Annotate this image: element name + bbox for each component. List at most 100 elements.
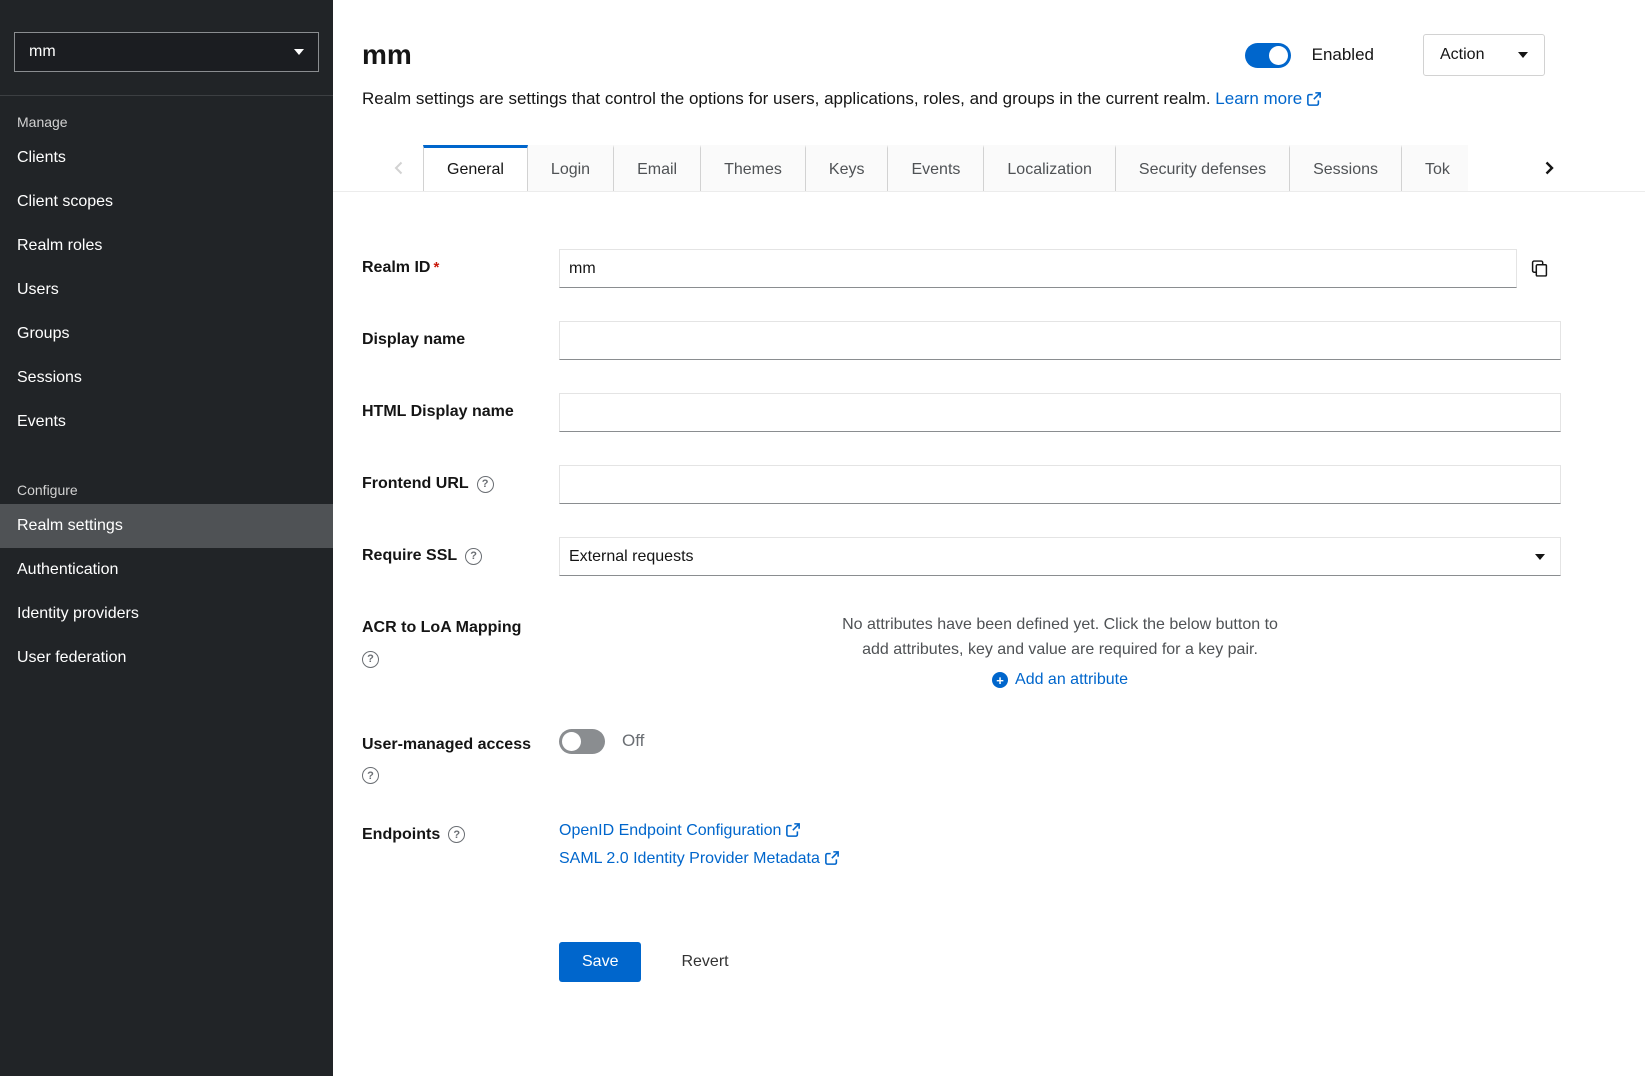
user-managed-access-label-text: User-managed access	[362, 735, 559, 755]
tab-label: Keys	[829, 161, 865, 179]
nav-list-configure: Realm settings Authentication Identity p…	[0, 504, 333, 680]
tab-scroll-left-button[interactable]	[375, 145, 423, 191]
sidebar-item-user-federation[interactable]: User federation	[0, 636, 333, 680]
main-content: mm Enabled Action Realm settings are set…	[333, 0, 1645, 1076]
openid-endpoint-link[interactable]: OpenID Endpoint Configuration	[559, 822, 1561, 842]
learn-more-label: Learn more	[1215, 89, 1302, 108]
realm-selector[interactable]: mm	[14, 32, 319, 72]
tab-label: Login	[551, 161, 590, 179]
acr-loa-empty-state: No attributes have been defined yet. Cli…	[840, 612, 1280, 662]
toggle-knob	[1269, 46, 1288, 65]
require-ssl-label-text: Require SSL	[362, 546, 457, 566]
caret-down-icon	[1518, 52, 1528, 58]
display-name-label: Display name	[362, 321, 559, 360]
revert-button[interactable]: Revert	[681, 953, 728, 971]
frontend-url-input[interactable]	[559, 465, 1561, 504]
saml-metadata-link[interactable]: SAML 2.0 Identity Provider Metadata	[559, 850, 1561, 870]
realm-id-label-text: Realm ID	[362, 259, 430, 276]
sidebar-item-groups[interactable]: Groups	[0, 312, 333, 356]
tab-events[interactable]: Events	[888, 145, 984, 191]
tab-keys[interactable]: Keys	[806, 145, 889, 191]
action-dropdown-button[interactable]: Action	[1423, 34, 1545, 76]
user-managed-access-state: Off	[622, 731, 644, 751]
html-display-name-input[interactable]	[559, 393, 1561, 432]
page-header: mm Enabled Action Realm settings are set…	[333, 0, 1645, 112]
html-display-name-row: HTML Display name	[362, 393, 1561, 432]
sidebar-item-sessions[interactable]: Sessions	[0, 356, 333, 400]
help-icon[interactable]: ?	[362, 767, 379, 784]
help-icon[interactable]: ?	[362, 651, 379, 668]
tab-label: General	[447, 161, 504, 179]
nav-section-configure: Configure	[0, 444, 333, 504]
help-icon[interactable]: ?	[465, 548, 482, 565]
tab-label: Email	[637, 161, 677, 179]
external-link-icon	[786, 823, 800, 842]
user-managed-access-label: User-managed access ?	[362, 726, 559, 785]
sidebar-item-users[interactable]: Users	[0, 268, 333, 312]
endpoints-label: Endpoints ?	[362, 822, 559, 878]
sidebar-nav: Manage Clients Client scopes Realm roles…	[0, 96, 333, 680]
form-actions: Save Revert	[559, 942, 1561, 982]
frontend-url-label: Frontend URL ?	[362, 465, 559, 504]
sidebar-item-identity-providers[interactable]: Identity providers	[0, 592, 333, 636]
learn-more-link[interactable]: Learn more	[1215, 89, 1321, 108]
angle-left-icon	[391, 160, 407, 176]
nav-list-manage: Clients Client scopes Realm roles Users …	[0, 136, 333, 444]
tab-email[interactable]: Email	[614, 145, 701, 191]
require-ssl-select[interactable]: External requests	[559, 537, 1561, 576]
tab-scroll-right-button[interactable]	[1525, 145, 1573, 191]
acr-loa-row: ACR to LoA Mapping ? No attributes have …	[362, 609, 1561, 690]
action-label: Action	[1440, 46, 1484, 64]
require-ssl-value: External requests	[569, 548, 694, 566]
sidebar-item-events[interactable]: Events	[0, 400, 333, 444]
acr-loa-label: ACR to LoA Mapping ?	[362, 609, 559, 690]
enabled-label: Enabled	[1312, 45, 1374, 65]
tab-security-defenses[interactable]: Security defenses	[1116, 145, 1290, 191]
description-text: Realm settings are settings that control…	[362, 89, 1211, 108]
realm-id-row: Realm ID*	[362, 249, 1561, 288]
display-name-input[interactable]	[559, 321, 1561, 360]
realm-enabled-toggle[interactable]	[1245, 43, 1291, 68]
sidebar-item-clients[interactable]: Clients	[0, 136, 333, 180]
sidebar-item-realm-roles[interactable]: Realm roles	[0, 224, 333, 268]
tab-general[interactable]: General	[423, 145, 528, 191]
external-link-icon	[825, 851, 839, 870]
realm-id-input[interactable]	[559, 249, 1517, 288]
tab-tokens[interactable]: Tok	[1402, 145, 1468, 191]
nav-section-manage: Manage	[0, 96, 333, 136]
acr-loa-label-text: ACR to LoA Mapping	[362, 618, 559, 638]
endpoints-row: Endpoints ? OpenID Endpoint Configuratio…	[362, 822, 1561, 878]
required-asterisk: *	[433, 259, 439, 276]
require-ssl-label: Require SSL ?	[362, 537, 559, 576]
header-controls: Enabled Action	[1245, 34, 1545, 76]
tab-sessions[interactable]: Sessions	[1290, 145, 1402, 191]
help-icon[interactable]: ?	[448, 826, 465, 843]
external-link-icon	[1307, 89, 1321, 112]
page-title: mm	[362, 39, 412, 71]
frontend-url-label-text: Frontend URL	[362, 474, 469, 494]
app-root: mm Manage Clients Client scopes Realm ro…	[0, 0, 1645, 1076]
realm-description: Realm settings are settings that control…	[362, 87, 1545, 112]
plus-circle-icon: +	[992, 672, 1008, 688]
display-name-row: Display name	[362, 321, 1561, 360]
tab-label: Events	[911, 161, 960, 179]
sidebar-item-realm-settings[interactable]: Realm settings	[0, 504, 333, 548]
add-attribute-button[interactable]: + Add an attribute	[992, 671, 1128, 689]
sidebar-item-client-scopes[interactable]: Client scopes	[0, 180, 333, 224]
tab-label: Tok	[1425, 161, 1450, 179]
help-icon[interactable]: ?	[477, 476, 494, 493]
realm-id-label: Realm ID*	[362, 249, 559, 288]
angle-right-icon	[1541, 160, 1557, 176]
toggle-knob	[562, 732, 581, 751]
tab-themes[interactable]: Themes	[701, 145, 806, 191]
sidebar: mm Manage Clients Client scopes Realm ro…	[0, 0, 333, 1076]
save-button[interactable]: Save	[559, 942, 641, 982]
caret-down-icon	[1535, 554, 1545, 560]
tab-localization[interactable]: Localization	[984, 145, 1116, 191]
copy-button[interactable]	[1517, 249, 1561, 288]
user-managed-access-toggle[interactable]	[559, 729, 605, 754]
tab-login[interactable]: Login	[528, 145, 614, 191]
sidebar-item-authentication[interactable]: Authentication	[0, 548, 333, 592]
html-display-name-label: HTML Display name	[362, 393, 559, 432]
tab-label: Localization	[1007, 161, 1092, 179]
